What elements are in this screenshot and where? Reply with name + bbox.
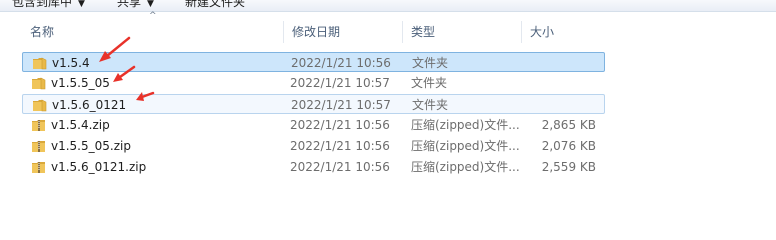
file-row[interactable]: v1.5.6_0121 2022/1/21 10:57 文件夹	[22, 94, 605, 114]
file-date: 2022/1/21 10:56	[291, 56, 391, 70]
file-name: v1.5.5_05	[51, 76, 110, 90]
file-date: 2022/1/21 10:56	[290, 118, 390, 132]
file-date: 2022/1/21 10:56	[290, 160, 390, 174]
column-header-date[interactable]: 修改日期	[284, 21, 403, 43]
annotation-arrow-icon	[99, 36, 131, 62]
file-row[interactable]: v1.5.6_0121.zip 2022/1/21 10:56 压缩(zippe…	[22, 157, 605, 177]
column-header-name[interactable]: 名称	[22, 21, 284, 43]
file-row[interactable]: v1.5.5_05.zip 2022/1/21 10:56 压缩(zipped)…	[22, 136, 605, 156]
file-name: v1.5.6_0121	[52, 98, 127, 112]
chevron-down-icon: ▼	[147, 0, 154, 9]
file-size: 2,076 KB	[541, 139, 596, 153]
file-name: v1.5.4.zip	[51, 118, 110, 132]
column-header-size[interactable]: 大小	[522, 21, 605, 43]
sort-ascending-icon: ^	[149, 11, 157, 21]
file-type: 文件夹	[412, 56, 449, 70]
include-in-library-button[interactable]: 包含到库中 ▼	[12, 0, 85, 10]
file-type: 文件夹	[412, 98, 449, 112]
annotation-arrow-icon	[113, 65, 136, 82]
new-folder-button[interactable]: 新建文件夹	[185, 0, 245, 10]
file-type: 压缩(zipped)文件...	[411, 118, 520, 132]
include-in-library-label: 包含到库中	[12, 0, 73, 9]
file-date: 2022/1/21 10:56	[290, 139, 390, 153]
zip-folder-icon	[32, 120, 45, 131]
file-size: 2,559 KB	[541, 160, 596, 174]
share-label: 共享	[117, 0, 142, 9]
file-date: 2022/1/21 10:57	[290, 76, 390, 90]
chevron-down-icon: ▼	[78, 0, 85, 9]
file-size: 2,865 KB	[541, 118, 596, 132]
new-folder-label: 新建文件夹	[185, 0, 246, 9]
folder-icon	[33, 57, 47, 70]
annotation-arrow-icon	[136, 91, 155, 101]
file-row[interactable]: v1.5.4.zip 2022/1/21 10:56 压缩(zipped)文件.…	[22, 115, 605, 135]
command-toolbar: 包含到库中 ▼ 共享 ▼ 新建文件夹	[0, 0, 776, 12]
folder-icon	[33, 99, 47, 112]
zip-folder-icon	[32, 162, 45, 173]
file-type: 文件夹	[411, 76, 448, 90]
file-name: v1.5.5_05.zip	[51, 139, 131, 153]
file-type: 压缩(zipped)文件...	[411, 160, 520, 174]
file-name: v1.5.4	[52, 56, 90, 70]
share-button[interactable]: 共享 ▼	[117, 0, 154, 10]
file-name: v1.5.6_0121.zip	[51, 160, 147, 174]
file-type: 压缩(zipped)文件...	[411, 139, 520, 153]
file-date: 2022/1/21 10:57	[291, 98, 391, 112]
zip-folder-icon	[32, 141, 45, 152]
folder-icon	[32, 77, 46, 90]
column-header-type[interactable]: 类型	[403, 21, 522, 43]
